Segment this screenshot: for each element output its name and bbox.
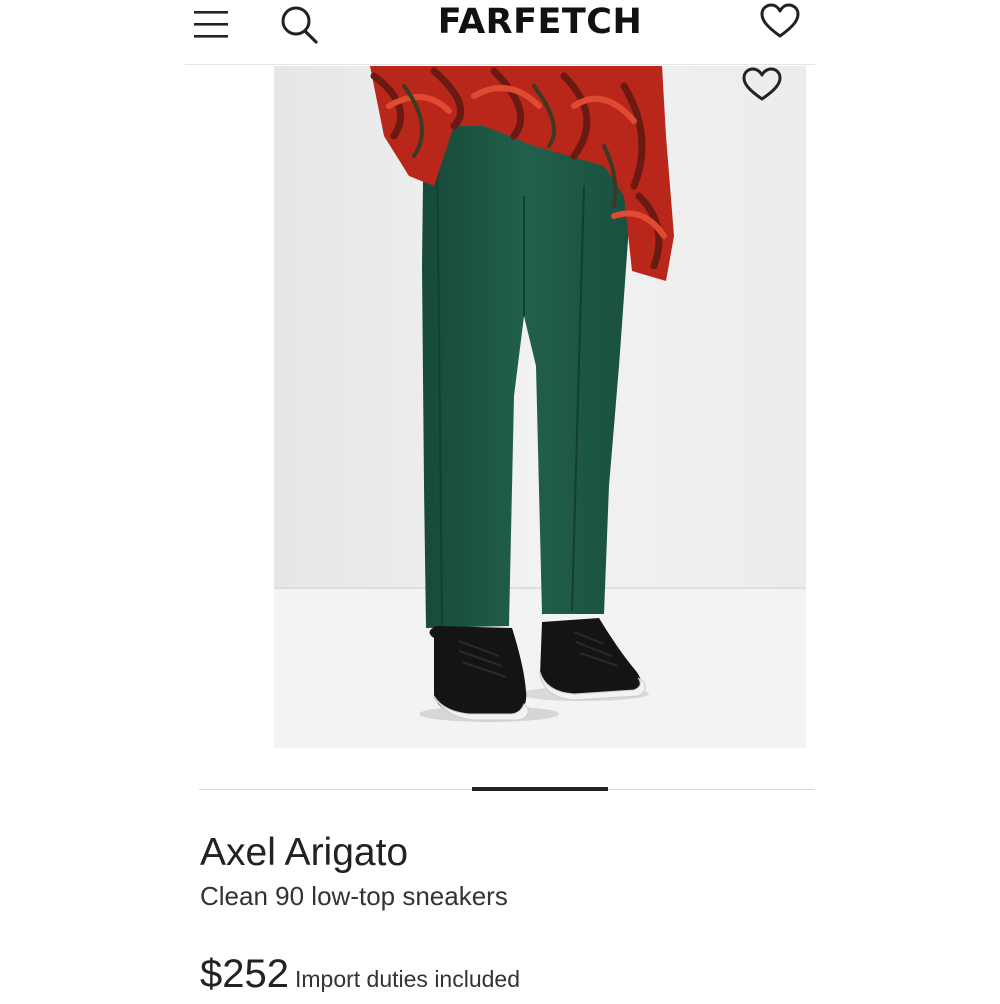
search-icon[interactable] bbox=[272, 0, 324, 48]
top-navigation-bar: FARFETCH bbox=[0, 0, 1000, 64]
product-name: Clean 90 low-top sneakers bbox=[200, 881, 508, 911]
product-price: $252 bbox=[200, 952, 289, 996]
price-row: $252 Import duties included bbox=[200, 949, 520, 1004]
wishlist-heart-icon[interactable] bbox=[756, 2, 804, 42]
add-to-wishlist-heart-icon[interactable] bbox=[736, 66, 788, 104]
image-carousel-indicator[interactable] bbox=[472, 787, 608, 791]
product-brand[interactable]: Axel Arigato bbox=[200, 830, 408, 876]
product-image[interactable] bbox=[274, 66, 806, 748]
price-note: Import duties included bbox=[294, 966, 520, 992]
header-divider bbox=[185, 64, 815, 65]
hamburger-menu-icon[interactable] bbox=[192, 4, 232, 44]
farfetch-logo[interactable]: FARFETCH bbox=[380, 0, 700, 44]
